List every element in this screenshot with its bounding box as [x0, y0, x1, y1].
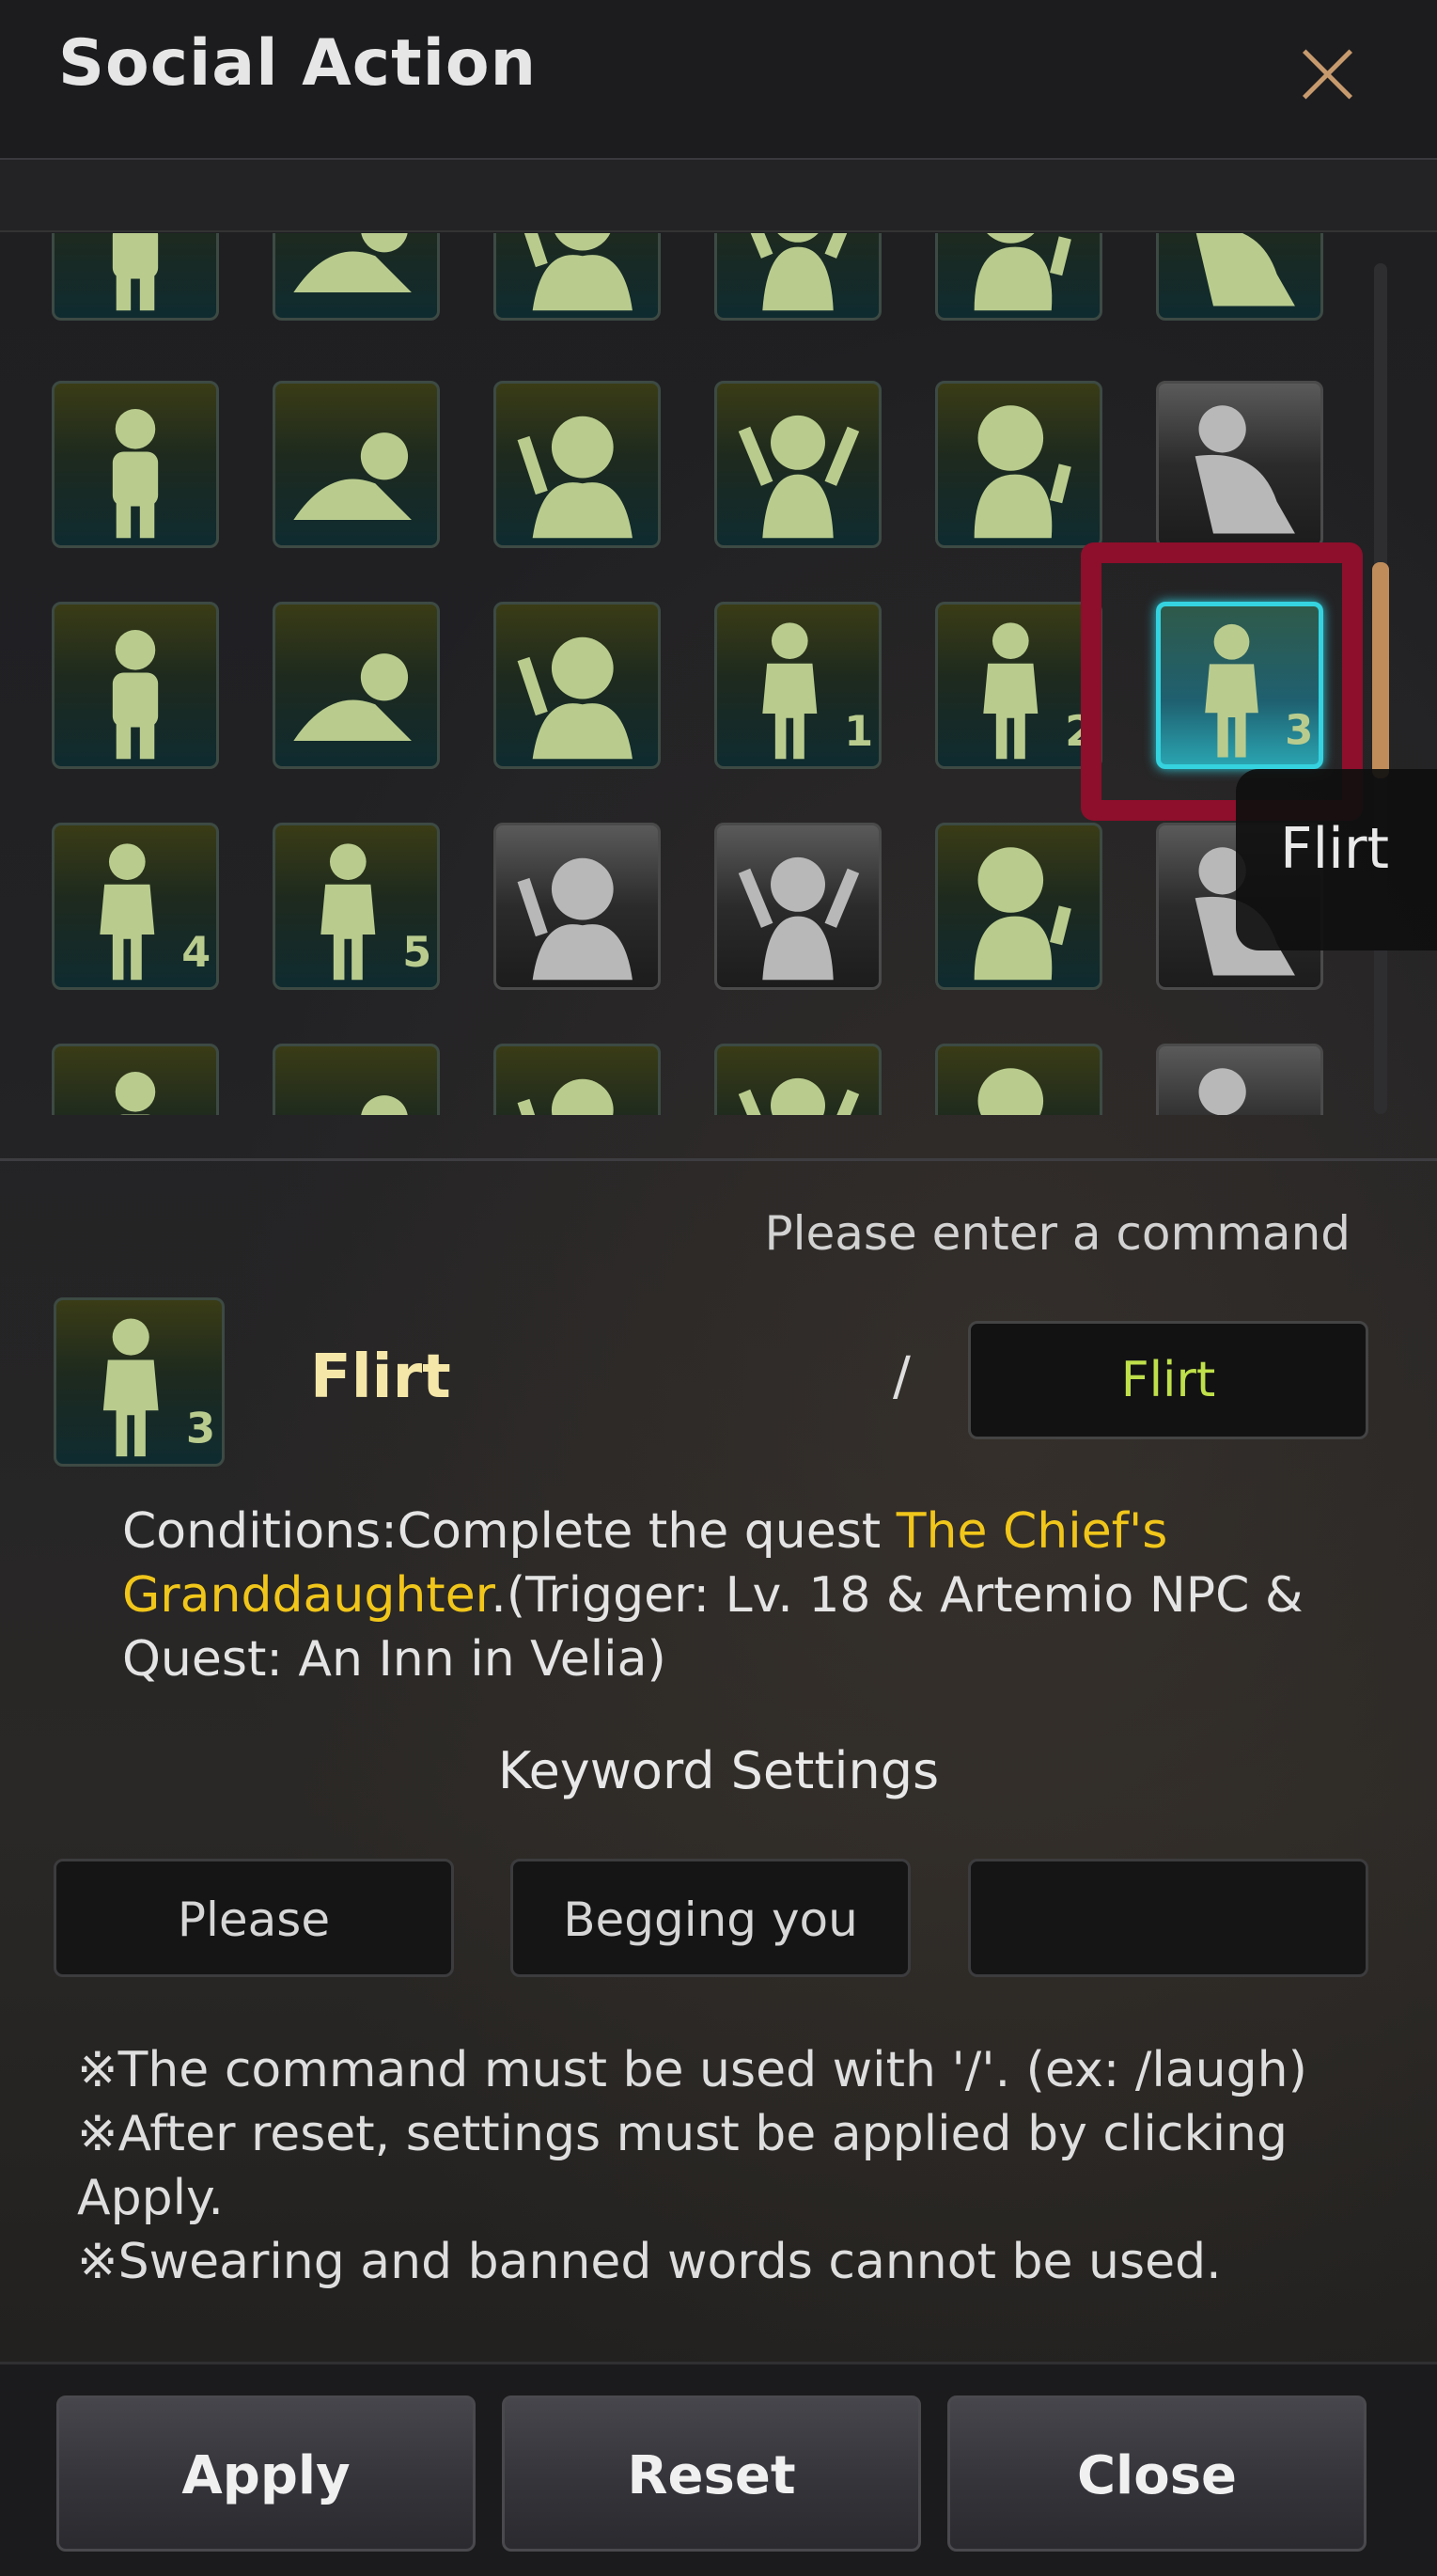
pose-icon[interactable] — [935, 233, 1102, 321]
close-button[interactable]: Close — [947, 2395, 1367, 2552]
section-divider — [0, 1158, 1437, 1161]
command-prompt: Please enter a command — [764, 1206, 1351, 1261]
keyword-settings-title: Keyword Settings — [497, 1741, 940, 1800]
svg-text:5: 5 — [402, 929, 431, 977]
flirt-2-icon[interactable]: 2 — [935, 602, 1102, 769]
svg-text:3: 3 — [186, 1404, 215, 1453]
meditate-icon[interactable] — [52, 381, 219, 548]
pray-icon[interactable] — [935, 823, 1102, 990]
note-line: ※The command must be used with '/'. (ex:… — [77, 2042, 1307, 2098]
conditions-prefix: Conditions:Complete the quest — [122, 1503, 897, 1560]
keyword-field-3[interactable] — [968, 1859, 1368, 1977]
think-icon[interactable] — [714, 233, 882, 321]
notes: ※The command must be used with '/'. (ex:… — [77, 2038, 1374, 2294]
social-action-window: Social Action 1 2 3 4 5 Flirt Please enter a… — [0, 0, 1437, 2576]
wave-icon[interactable] — [493, 1044, 661, 1115]
dizzy-icon[interactable] — [935, 1044, 1102, 1115]
flag-wave-icon[interactable] — [493, 823, 661, 990]
dance-icon[interactable] — [714, 1044, 882, 1115]
crouch-icon[interactable] — [1156, 233, 1323, 321]
facepalm-icon[interactable] — [493, 381, 661, 548]
kneel-icon[interactable] — [1156, 381, 1323, 548]
note-line: ※After reset, settings must be applied b… — [77, 2106, 1288, 2226]
window-header: Social Action — [0, 0, 1437, 160]
hooray-icon[interactable] — [52, 602, 219, 769]
flirt-1-icon[interactable]: 1 — [714, 602, 882, 769]
note-line: ※Swearing and banned words cannot be use… — [77, 2234, 1222, 2290]
toast-icon[interactable] — [273, 1044, 440, 1115]
flirt-5-icon[interactable]: 5 — [273, 823, 440, 990]
keyword-value-2: Begging you — [563, 1893, 858, 1947]
stand-gray-icon[interactable] — [714, 823, 882, 990]
standing-icon[interactable] — [52, 233, 219, 321]
svg-text:1: 1 — [844, 708, 873, 756]
point-icon[interactable] — [935, 381, 1102, 548]
lean-icon[interactable] — [273, 233, 440, 321]
angry-icon[interactable] — [273, 602, 440, 769]
flirt-4-icon[interactable]: 4 — [52, 823, 219, 990]
masked-icon[interactable] — [52, 1044, 219, 1115]
action-name: Flirt — [310, 1343, 451, 1412]
command-value: Flirt — [1120, 1352, 1216, 1408]
apply-button[interactable]: Apply — [56, 2395, 476, 2552]
stretch-icon[interactable] — [493, 602, 661, 769]
keyword-field-2[interactable]: Begging you — [510, 1859, 911, 1977]
svg-text:4: 4 — [181, 929, 211, 977]
window-title: Social Action — [58, 26, 538, 101]
close-button-label: Close — [1076, 2445, 1238, 2506]
keyword-value-1: Please — [177, 1893, 331, 1947]
lie-down-icon[interactable] — [273, 381, 440, 548]
flirt-3-icon: 3 — [54, 1297, 225, 1467]
reset-button-label: Reset — [627, 2445, 796, 2506]
cheer-icon[interactable] — [493, 233, 661, 321]
command-input[interactable]: Flirt — [968, 1321, 1368, 1439]
category-bar — [0, 160, 1437, 232]
shrug-icon[interactable] — [714, 381, 882, 548]
reset-button[interactable]: Reset — [502, 2395, 921, 2552]
apply-button-label: Apply — [181, 2445, 351, 2506]
command-slash: / — [893, 1346, 911, 1407]
conditions-text: Conditions:Complete the quest The Chief'… — [122, 1500, 1344, 1691]
tooltip-text: Flirt — [1280, 816, 1390, 882]
grid-scroll-thumb[interactable] — [1372, 562, 1389, 778]
close-x-icon[interactable] — [1295, 41, 1361, 107]
surprise-icon[interactable] — [1156, 1044, 1323, 1115]
keyword-field-1[interactable]: Please — [54, 1859, 454, 1977]
